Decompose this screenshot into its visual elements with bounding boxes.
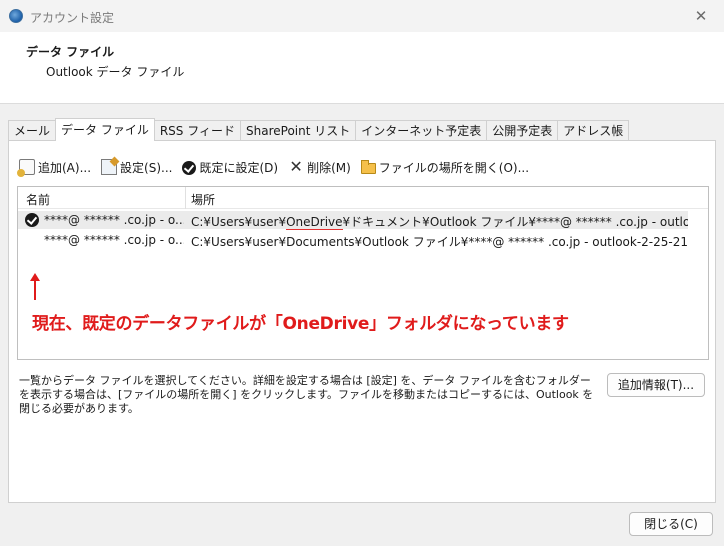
- folder-icon: [360, 160, 376, 174]
- more-info-button[interactable]: 追加情報(T)...: [607, 373, 705, 397]
- open-file-location-button[interactable]: ファイルの場所を開く(O)...: [360, 159, 530, 176]
- close-icon[interactable]: ✕: [692, 7, 710, 25]
- row-location: C:¥Users¥user¥Documents¥Outlook ファイル¥***…: [191, 235, 688, 249]
- row-name: ****@ ****** .co.jp - o...: [44, 213, 184, 227]
- tab-sharepoint-lists[interactable]: SharePoint リスト: [240, 120, 357, 141]
- outlook-app-icon: [9, 9, 23, 23]
- location-suffix: ¥ドキュメント¥Outlook ファイル¥****@ ****** .co.jp…: [342, 215, 688, 229]
- tab-published-calendars[interactable]: 公開予定表: [486, 120, 559, 141]
- red-arrow-annotation: [30, 273, 40, 300]
- tab-rss-feeds[interactable]: RSS フィード: [153, 120, 241, 141]
- delete-icon: ✕: [289, 157, 303, 176]
- header-title: データ ファイル: [26, 45, 115, 59]
- toolbar: 追加(A)... 設定(S)... 既定に設定(D) ✕ 削除(M) ファイルの…: [17, 157, 539, 177]
- title-bar: アカウント設定 ✕: [0, 0, 724, 32]
- settings-button[interactable]: 設定(S)...: [101, 159, 172, 176]
- window-title: アカウント設定: [30, 11, 115, 25]
- column-header-location[interactable]: 場所: [191, 191, 215, 208]
- header-subtitle: Outlook データ ファイル: [46, 65, 185, 79]
- settings-button-label: 設定(S)...: [120, 160, 173, 175]
- open-file-location-label: ファイルの場所を開く(O)...: [378, 160, 530, 175]
- tab-address-books[interactable]: アドレス帳: [557, 120, 630, 141]
- list-header: 名前 場所: [18, 187, 708, 209]
- onedrive-highlight: OneDrive: [286, 215, 343, 230]
- add-icon: [17, 159, 35, 177]
- add-button[interactable]: 追加(A)...: [17, 159, 92, 177]
- list-row[interactable]: ****@ ****** .co.jp - o... C:¥Users¥user…: [18, 231, 688, 249]
- close-button[interactable]: 閉じる(C): [629, 512, 713, 536]
- dialog-header: データ ファイル Outlook データ ファイル: [0, 32, 724, 104]
- tab-internet-calendars[interactable]: インターネット予定表: [355, 120, 488, 141]
- settings-icon: [101, 159, 118, 175]
- default-check-icon: [25, 213, 39, 227]
- tab-data-files[interactable]: データ ファイル: [55, 118, 155, 141]
- add-button-label: 追加(A)...: [38, 160, 92, 175]
- row-name: ****@ ****** .co.jp - o...: [44, 233, 184, 247]
- column-header-name[interactable]: 名前: [26, 191, 50, 208]
- tab-mail[interactable]: メール: [8, 120, 57, 141]
- data-files-panel: 追加(A)... 設定(S)... 既定に設定(D) ✕ 削除(M) ファイルの…: [8, 140, 716, 503]
- delete-button[interactable]: ✕ 削除(M): [288, 157, 351, 176]
- list-row-default[interactable]: ****@ ****** .co.jp - o... C:¥Users¥user…: [18, 211, 688, 230]
- data-file-list[interactable]: 名前 場所 ****@ ****** .co.jp - o... C:¥User…: [17, 186, 709, 360]
- default-check-icon: [182, 160, 197, 175]
- row-location: C:¥Users¥user¥OneDrive¥ドキュメント¥Outlook ファ…: [191, 213, 688, 230]
- annotation-text: 現在、既定のデータファイルが「OneDrive」フォルダになっています: [32, 314, 569, 334]
- tab-strip: メール データ ファイル RSS フィード SharePoint リスト インタ…: [8, 118, 630, 141]
- set-default-button-label: 既定に設定(D): [199, 160, 279, 175]
- column-separator[interactable]: [185, 187, 186, 209]
- location-prefix: C:¥Users¥user¥: [191, 215, 287, 229]
- delete-button-label: 削除(M): [307, 160, 351, 175]
- description-text: 一覧からデータ ファイルを選択してください。詳細を設定する場合は [設定] を、…: [19, 374, 594, 415]
- set-default-button[interactable]: 既定に設定(D): [182, 159, 278, 176]
